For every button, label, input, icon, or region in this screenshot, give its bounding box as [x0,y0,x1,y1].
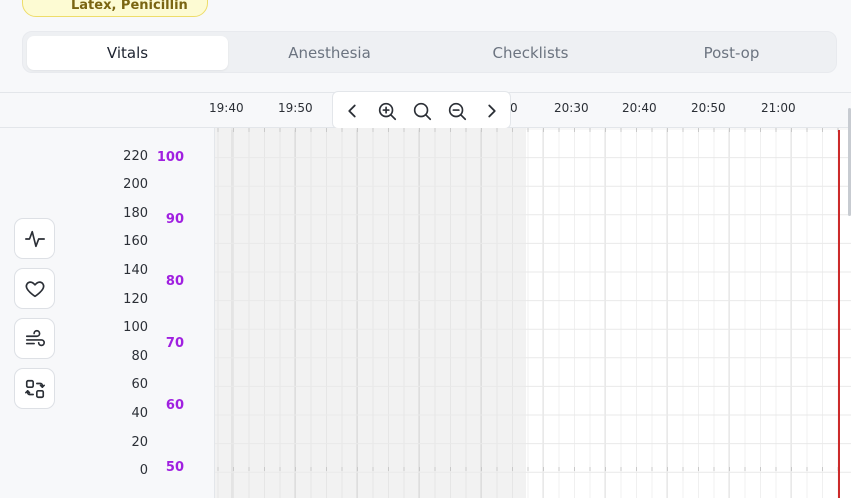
axis-panel: 220 200 180 160 140 120 100 80 60 40 20 … [0,128,215,498]
respiration-button[interactable] [14,318,55,359]
bp-axis-tick: 40 [131,406,148,421]
status-badge-text: Latex, Penicillin [71,0,188,13]
bp-axis-tick: 100 [123,320,148,335]
past-region [215,128,526,498]
hr-axis-tick: 100 [156,150,184,165]
vitals-screen: Latex, Penicillin Vitals Anesthesia Chec… [0,0,851,498]
activity-button[interactable] [14,218,55,259]
bp-axis-tick: 80 [131,349,148,364]
vitals-chart[interactable] [215,128,851,498]
time-label: 0 [510,101,518,115]
hr-axis-tick: 70 [165,336,184,351]
bp-axis-tick: 180 [123,206,148,221]
bp-axis-tick: 20 [131,435,148,450]
hr-axis-tick: 90 [165,212,184,227]
chevron-right-icon[interactable] [481,100,503,122]
tab-anesthesia[interactable]: Anesthesia [229,36,430,70]
bp-axis-tick: 0 [139,463,148,478]
bp-axis-tick: 160 [123,234,148,249]
hr-axis-tick: 60 [165,398,184,413]
time-label: 20:40 [622,101,657,115]
chart-grid [215,128,851,498]
bp-axis-tick: 200 [123,177,148,192]
tab-vitals[interactable]: Vitals [27,36,228,70]
wind-icon [25,329,45,347]
time-label: 21:00 [761,101,796,115]
zoom-out-icon[interactable] [446,100,468,122]
swap-button[interactable] [14,368,55,409]
swap-icon [25,379,45,399]
activity-icon [25,230,45,248]
zoom-in-icon[interactable] [376,100,398,122]
bp-axis-tick: 120 [123,292,148,307]
time-label: 20:30 [554,101,589,115]
chevron-left-icon[interactable] [341,100,363,122]
zoom-toolbar [332,91,511,129]
zoom-reset-icon[interactable] [411,100,433,122]
heart-icon [25,281,45,298]
time-label: 19:40 [209,101,244,115]
bp-axis-tick: 60 [131,377,148,392]
hr-axis-tick: 50 [165,460,184,475]
bp-axis-tick: 220 [123,149,148,164]
tab-bar: Vitals Anesthesia Checklists Post-op [22,31,837,73]
time-label: 20:50 [691,101,726,115]
hr-axis-tick: 80 [165,274,184,289]
status-badge: Latex, Penicillin [22,0,208,17]
tab-post-op[interactable]: Post-op [631,36,832,70]
tab-checklists[interactable]: Checklists [430,36,631,70]
bp-axis-tick: 140 [123,263,148,278]
time-label: 19:50 [278,101,313,115]
heart-button[interactable] [14,268,55,309]
